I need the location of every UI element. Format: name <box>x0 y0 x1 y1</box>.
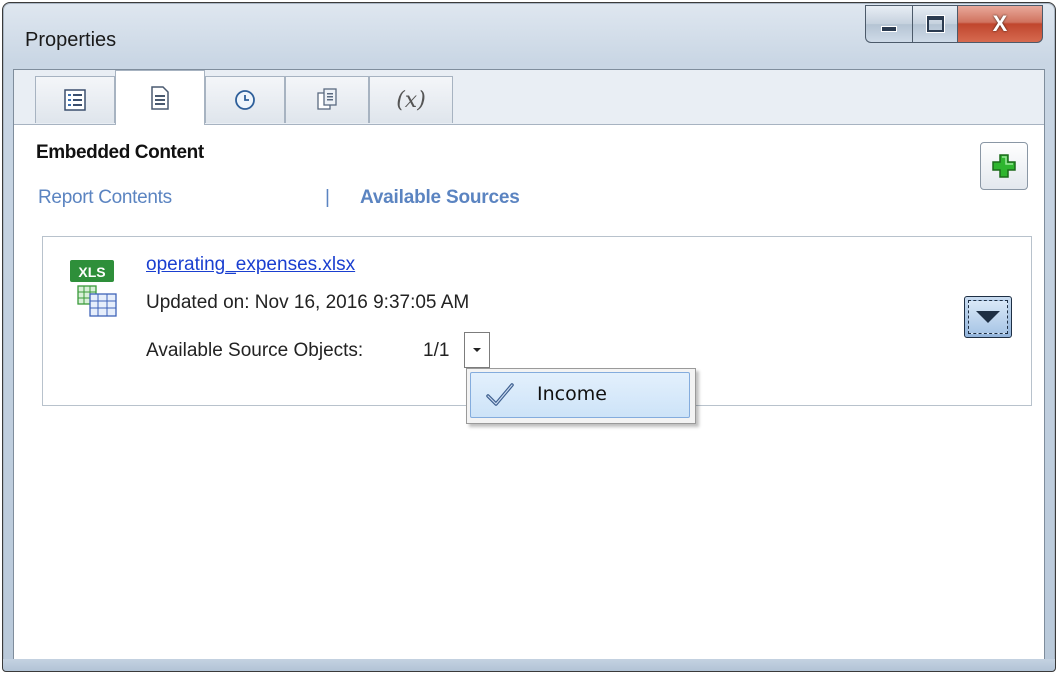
chevron-down-icon <box>473 348 481 352</box>
expand-source-button[interactable] <box>964 296 1012 338</box>
xls-label: XLS <box>78 264 105 280</box>
tab-list[interactable] <box>35 76 115 123</box>
expand-source-button-inner <box>968 300 1008 334</box>
caption-buttons: X <box>865 5 1043 43</box>
available-objects-count: 1/1 <box>423 340 450 361</box>
menu-item-income[interactable]: Income <box>470 372 690 418</box>
title-bar[interactable]: Properties X <box>3 3 1055 67</box>
subtab-separator: | <box>325 187 330 208</box>
tab-variables[interactable]: (x) <box>369 76 453 123</box>
close-icon: X <box>992 11 1008 36</box>
menu-item-label: Income <box>537 383 607 405</box>
subtab-report-contents[interactable]: Report Contents <box>38 187 172 209</box>
plus-icon <box>992 154 1016 178</box>
page-copy-icon <box>317 88 337 110</box>
list-icon <box>64 89 86 111</box>
clock-icon <box>235 90 255 110</box>
tab-pages[interactable] <box>285 76 369 123</box>
maximize-icon <box>926 16 944 32</box>
subtab-available-sources[interactable]: Available Sources <box>360 187 520 209</box>
tab-document[interactable] <box>115 70 205 125</box>
checkmark-icon <box>486 383 514 406</box>
section-heading: Embedded Content <box>36 142 204 163</box>
available-objects-dropdown[interactable] <box>464 332 490 368</box>
minimize-button[interactable] <box>865 5 912 43</box>
add-source-button[interactable] <box>980 142 1028 190</box>
tab-strip: (x) <box>14 70 1044 125</box>
source-file-link[interactable]: operating_expenses.xlsx <box>146 254 355 276</box>
source-objects-menu: Income <box>466 368 696 424</box>
variable-icon: (x) <box>396 87 426 113</box>
window-bottom-edge <box>3 659 1055 671</box>
document-icon <box>151 86 169 110</box>
maximize-button[interactable] <box>912 5 957 43</box>
tab-history[interactable] <box>205 76 285 123</box>
triangle-down-icon <box>976 311 1000 323</box>
minimize-icon <box>881 26 897 32</box>
available-objects-label: Available Source Objects: <box>146 340 364 361</box>
close-button[interactable]: X <box>957 5 1043 43</box>
xls-file-icon: XLS <box>70 260 117 317</box>
window-title: Properties <box>25 29 117 51</box>
source-updated-text: Updated on: Nov 16, 2016 9:37:05 AM <box>146 292 470 313</box>
